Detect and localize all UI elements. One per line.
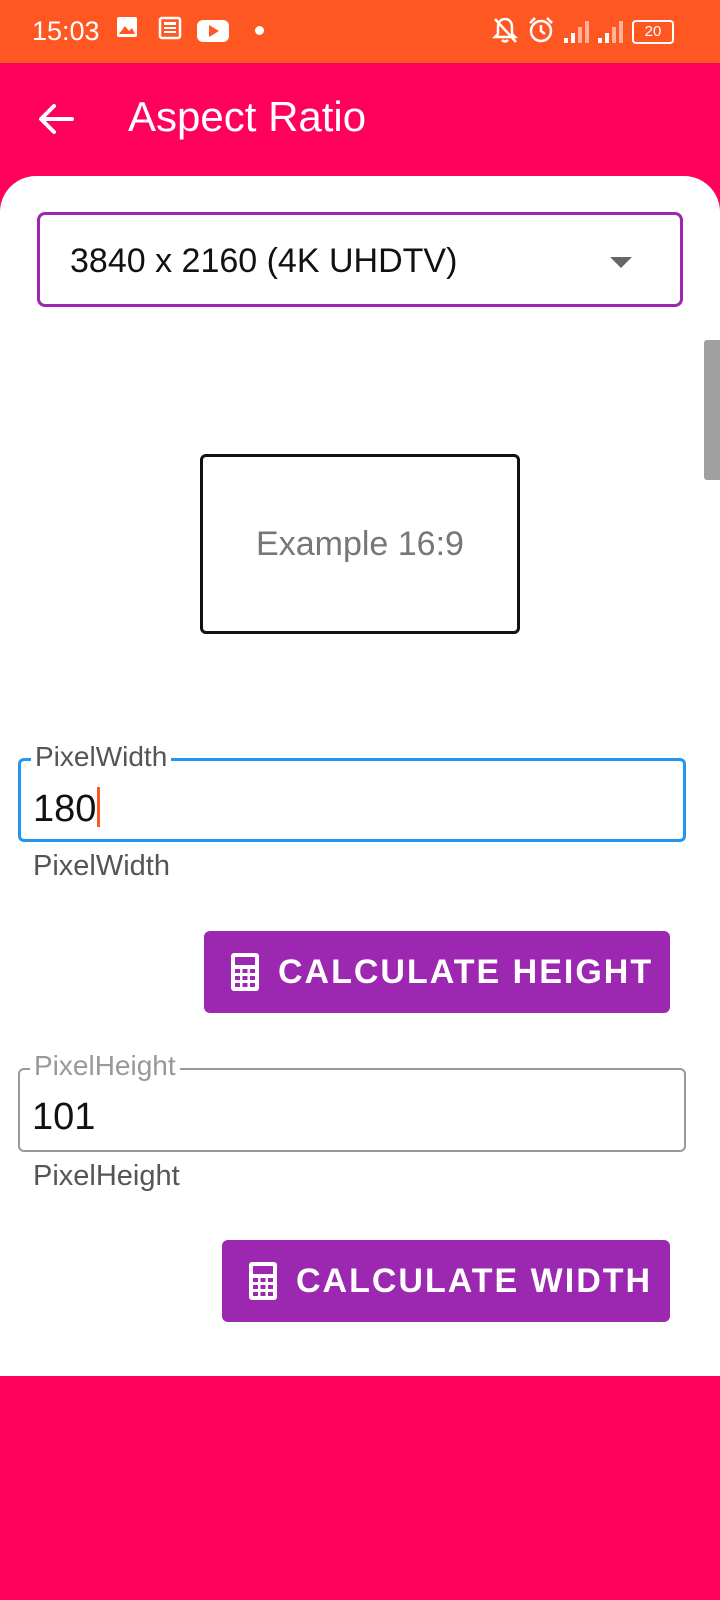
signal-icon: [564, 21, 589, 43]
calculator-icon: [249, 1262, 277, 1300]
news-icon: [158, 16, 182, 40]
scrollbar-thumb[interactable]: [704, 340, 720, 480]
chevron-down-icon: [610, 257, 632, 268]
pixel-height-field[interactable]: PixelHeight 101: [18, 1050, 686, 1152]
calculator-icon: [231, 953, 259, 991]
resolution-dropdown[interactable]: 3840 x 2160 (4K UHDTV): [37, 212, 683, 307]
pixel-height-label: PixelHeight: [30, 1050, 180, 1082]
mute-bell-icon: [492, 17, 518, 43]
youtube-icon: [197, 20, 229, 42]
signal-icon: [598, 21, 623, 43]
arrow-left-icon[interactable]: [36, 99, 76, 139]
pixel-width-helper: PixelWidth: [33, 850, 170, 882]
pixel-width-label: PixelWidth: [31, 741, 172, 773]
battery-icon: 20: [632, 20, 674, 44]
text-cursor: [97, 787, 101, 827]
pixel-width-input[interactable]: 180: [33, 787, 101, 831]
dot-icon: [255, 26, 264, 35]
image-icon: [117, 17, 137, 37]
pixel-width-value: 180: [33, 788, 97, 830]
page-title: Aspect Ratio: [128, 93, 367, 140]
calculate-height-button[interactable]: CALCULATE HEIGHT: [204, 931, 670, 1013]
status-bar: 15:03 20: [0, 0, 720, 63]
calculate-height-label: CALCULATE HEIGHT: [278, 952, 654, 991]
calculate-width-button[interactable]: CALCULATE WIDTH: [222, 1240, 670, 1322]
resolution-value: 3840 x 2160 (4K UHDTV): [70, 242, 458, 280]
pixel-height-helper: PixelHeight: [33, 1160, 180, 1192]
alarm-icon: [529, 17, 553, 43]
example-label: Example 16:9: [256, 524, 464, 563]
app-bar: Aspect Ratio: [0, 63, 720, 177]
aspect-example-box: Example 16:9: [200, 454, 520, 634]
status-time: 15:03: [32, 16, 100, 46]
calculate-width-label: CALCULATE WIDTH: [296, 1261, 653, 1300]
pixel-height-input[interactable]: 101: [32, 1096, 95, 1139]
pixel-width-field[interactable]: PixelWidth 180: [18, 741, 686, 842]
